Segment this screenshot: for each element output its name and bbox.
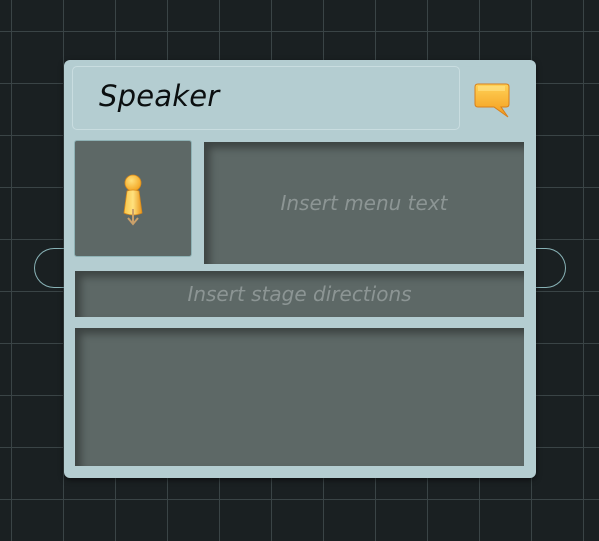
- output-port[interactable]: [532, 248, 566, 288]
- pin-icon: [118, 173, 148, 227]
- speaker-portrait[interactable]: [74, 140, 192, 257]
- dialogue-node[interactable]: Speaker Insert menu text Insert stage di…: [64, 60, 536, 478]
- speaker-title: Speaker: [99, 79, 220, 113]
- menu-text-placeholder: Insert menu text: [280, 191, 448, 215]
- stage-directions-field[interactable]: Insert stage directions: [75, 271, 524, 317]
- stage-directions-placeholder: Insert stage directions: [187, 282, 412, 306]
- input-port[interactable]: [34, 248, 68, 288]
- speech-bubble-icon[interactable]: [474, 82, 514, 120]
- dialogue-text-field[interactable]: [75, 328, 524, 466]
- menu-text-field[interactable]: Insert menu text: [204, 142, 524, 264]
- speaker-title-box[interactable]: Speaker: [72, 66, 460, 130]
